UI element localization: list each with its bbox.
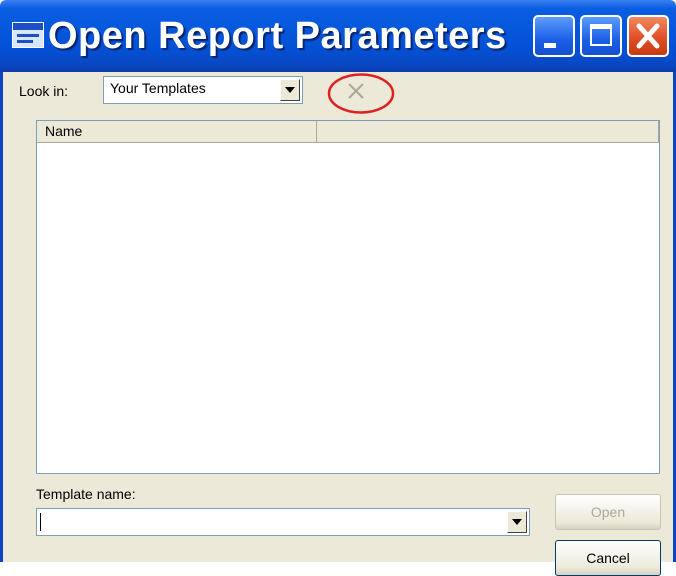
- open-button[interactable]: Open: [555, 494, 661, 530]
- look-in-value: Your Templates: [110, 80, 206, 96]
- delete-icon[interactable]: [343, 78, 369, 104]
- column-header-name[interactable]: Name: [37, 121, 317, 143]
- minimize-icon: [544, 43, 556, 48]
- cancel-button[interactable]: Cancel: [555, 540, 661, 576]
- maximize-icon: [590, 24, 612, 46]
- template-name-label: Template name:: [36, 486, 136, 502]
- chevron-down-icon: [512, 519, 522, 525]
- minimize-button[interactable]: [533, 15, 575, 57]
- look-in-dropdown[interactable]: Your Templates: [103, 76, 303, 104]
- dropdown-button[interactable]: [507, 511, 527, 533]
- text-caret: [40, 513, 41, 531]
- chevron-down-icon: [285, 87, 295, 93]
- column-header-blank[interactable]: [317, 121, 659, 143]
- close-button[interactable]: [627, 15, 669, 57]
- window-title: Open Report Parameters: [48, 15, 507, 57]
- dialog-body: Look in: Your Templates Name Template na…: [0, 72, 676, 576]
- open-report-parameters-dialog: Open Report Parameters Look in: Your Tem…: [0, 0, 676, 576]
- maximize-button[interactable]: [580, 15, 622, 57]
- title-bar[interactable]: Open Report Parameters: [0, 0, 676, 72]
- report-app-icon: [12, 22, 44, 48]
- template-name-input[interactable]: [36, 508, 530, 536]
- look-in-label: Look in:: [19, 83, 69, 99]
- close-icon: [636, 23, 660, 49]
- dropdown-button[interactable]: [280, 79, 300, 101]
- template-list[interactable]: Name: [36, 120, 660, 474]
